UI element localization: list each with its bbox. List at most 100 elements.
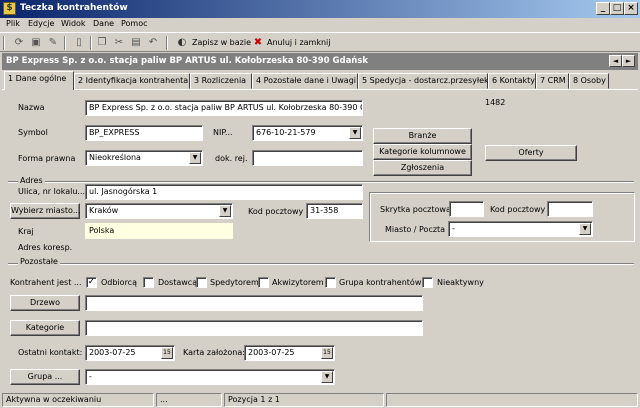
- new-record-icon[interactable]: ▯: [72, 36, 86, 50]
- chevron-down-icon[interactable]: ▼: [349, 127, 361, 139]
- menu-edycje[interactable]: Edycje: [28, 19, 54, 28]
- grupa-value: -: [89, 372, 92, 381]
- record-header: BP Express Sp. z o.o. stacja paliw BP AR…: [2, 53, 638, 70]
- menu-pomoc[interactable]: Pomoc: [121, 19, 148, 28]
- kategorie-button[interactable]: Kategorie: [10, 320, 80, 336]
- dostawca-label: Dostawcą: [158, 278, 198, 287]
- cut-icon[interactable]: ✂: [112, 36, 126, 50]
- status-position: Pozycja 1 z 1: [224, 393, 384, 407]
- status-bar: Aktywna w oczekiwaniu ... Pozycja 1 z 1: [0, 391, 640, 408]
- tab-spedycja[interactable]: 5 Spedycja - dostarcz.przesyłek: [358, 73, 489, 89]
- tab-pozostale-dane[interactable]: 4 Pozostałe dane i Uwagi: [252, 73, 358, 89]
- grupa-kontrahentow-checkbox[interactable]: [325, 277, 336, 288]
- tools-icon[interactable]: ✎: [46, 36, 60, 50]
- chevron-down-icon[interactable]: ▼: [189, 152, 201, 164]
- copy-icon[interactable]: ❐: [95, 36, 109, 50]
- tab-rozliczenia[interactable]: 3 Rozliczenia: [190, 73, 252, 89]
- tab-identyfikacja[interactable]: 2 Identyfikacja kontrahenta: [74, 73, 190, 89]
- kontrahent-jest-label: Kontrahent jest ...: [10, 278, 82, 287]
- cancel-icon[interactable]: ✖: [251, 36, 265, 50]
- nazwa-field[interactable]: BP Express Sp. z o.o. stacja paliw BP AR…: [85, 100, 363, 116]
- akwizytor-label: Akwizytorem: [272, 278, 324, 287]
- akwizytor-checkbox[interactable]: [258, 277, 269, 288]
- chevron-down-icon[interactable]: ▼: [579, 223, 591, 235]
- symbol-label: Symbol: [18, 128, 48, 137]
- branze-button[interactable]: Branże: [373, 128, 472, 144]
- miasto-poczta-label: Miasto / Poczta: [385, 225, 446, 234]
- chevron-down-icon[interactable]: ▼: [219, 205, 231, 217]
- kategorie-kolumnowe-button[interactable]: Kategorie kolumnowe: [373, 144, 472, 160]
- wybierz-miasto-button[interactable]: Wybierz miasto...: [10, 203, 80, 219]
- zgloszenia-button[interactable]: Zgłoszenia: [373, 160, 472, 176]
- karta-zalozona-label: Karta założona:: [183, 348, 245, 357]
- undo-icon[interactable]: ↶: [146, 36, 160, 50]
- karta-zalozona-value: 2003-07-25: [248, 348, 295, 357]
- adres-group-title: Adres: [18, 176, 45, 185]
- miasto-poczta-combo[interactable]: - ▼: [448, 221, 593, 237]
- pozostale-group-title: Pozostałe: [18, 257, 60, 266]
- refresh-icon[interactable]: ⟳: [12, 36, 26, 50]
- calendar-icon[interactable]: 15: [161, 347, 173, 359]
- menu-plik[interactable]: Plik: [6, 19, 20, 28]
- tab-crm[interactable]: 7 CRM: [536, 73, 569, 89]
- drzewo-field[interactable]: [85, 295, 423, 311]
- toolbar-separator: [90, 36, 92, 50]
- save-button[interactable]: Zapisz w bazie: [192, 38, 251, 47]
- forma-prawna-label: Forma prawna: [18, 154, 76, 163]
- window-title: Teczka kontrahentów: [20, 3, 128, 13]
- menu-widok[interactable]: Widok: [61, 19, 86, 28]
- kod-pocztowy-label: Kod pocztowy: [248, 207, 304, 216]
- save-icon[interactable]: ◐: [175, 36, 189, 50]
- skrytka-field[interactable]: [449, 201, 484, 217]
- miasto-combo[interactable]: Kraków ▼: [85, 203, 233, 219]
- ostatni-kontakt-field[interactable]: 2003-07-25 15: [85, 345, 175, 361]
- paste-icon[interactable]: ▤: [129, 36, 143, 50]
- spedytor-checkbox[interactable]: [196, 277, 207, 288]
- ostatni-kontakt-label: Ostatni kontakt:: [18, 348, 83, 357]
- menu-bar: Plik Edycje Widok Dane Pomoc: [0, 18, 640, 32]
- forma-prawna-combo[interactable]: Nieokreślona ▼: [85, 150, 203, 166]
- calendar-icon[interactable]: 15: [321, 347, 333, 359]
- scroll-right-icon[interactable]: ►: [622, 55, 635, 67]
- tab-dane-ogolne[interactable]: 1 Dane ogólne: [4, 71, 74, 90]
- odbiorca-label: Odbiorcą: [101, 278, 137, 287]
- ulica-field[interactable]: ul. Jasnogórska 1: [85, 184, 363, 200]
- maximize-button[interactable]: □: [610, 2, 624, 15]
- chevron-down-icon[interactable]: ▼: [321, 371, 333, 383]
- grupa-combo[interactable]: - ▼: [85, 369, 335, 385]
- symbol-field[interactable]: BP_EXPRESS: [85, 125, 203, 141]
- karta-zalozona-field[interactable]: 2003-07-25 15: [244, 345, 335, 361]
- minimize-button[interactable]: _: [596, 2, 610, 15]
- status-empty: [386, 393, 638, 407]
- close-button[interactable]: ×: [624, 2, 638, 15]
- grupa-button[interactable]: Grupa ...: [10, 369, 80, 385]
- dostawca-checkbox[interactable]: [143, 277, 154, 288]
- tab-osoby[interactable]: 8 Osoby: [569, 73, 609, 89]
- menu-dane[interactable]: Dane: [93, 19, 114, 28]
- kod-pocztowy-field[interactable]: 31-358: [306, 203, 363, 219]
- pozostale-divider: [8, 263, 634, 265]
- scroll-left-icon[interactable]: ◄: [609, 55, 622, 67]
- grupa-kontrahentow-label: Grupa kontrahentów: [339, 278, 422, 287]
- odbiorca-checkbox[interactable]: ✓: [86, 277, 97, 288]
- status-state: Aktywna w oczekiwaniu: [2, 393, 154, 407]
- miasto-poczta-value: -: [452, 224, 455, 233]
- drzewo-button[interactable]: Drzewo: [10, 295, 80, 311]
- toolbar: ⟳ ▣ ✎ ▯ ❐ ✂ ▤ ↶ ◐ Zapisz w bazie ✖ Anulu…: [0, 32, 640, 52]
- kategorie-field[interactable]: [85, 320, 423, 336]
- tab-kontakty[interactable]: 6 Kontakty: [488, 73, 536, 89]
- cancel-close-button[interactable]: Anuluj i zamknij: [267, 38, 330, 47]
- dok-rej-field[interactable]: [252, 150, 363, 166]
- nieaktywny-checkbox[interactable]: [422, 277, 433, 288]
- spedytor-label: Spedytorem: [210, 278, 259, 287]
- kraj-field: Polska: [85, 223, 233, 239]
- adres-koresp-label: Adres koresp.: [18, 243, 73, 252]
- adres-divider: [8, 181, 634, 183]
- oferty-button[interactable]: Oferty: [485, 145, 577, 161]
- ulica-label: Ulica, nr lokalu...: [18, 187, 86, 196]
- nip-combo[interactable]: 676-10-21-579 ▼: [252, 125, 363, 141]
- kod-pocztowy-2-field[interactable]: [547, 201, 593, 217]
- toolbar-separator: [166, 36, 168, 50]
- forma-prawna-value: Nieokreślona: [89, 153, 141, 162]
- disk-icon[interactable]: ▣: [29, 36, 43, 50]
